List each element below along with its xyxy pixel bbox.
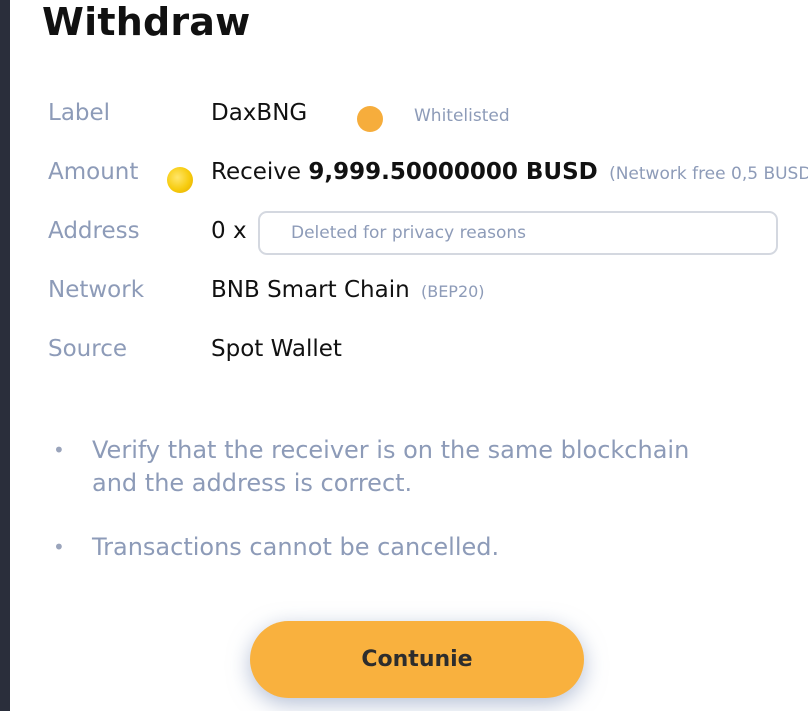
amount-prefix: Receive	[211, 159, 302, 185]
orange-dot-icon	[357, 106, 383, 132]
amount-value: 9,999.50000000 BUSD	[308, 159, 598, 185]
address-prefix: 0 x	[211, 218, 247, 244]
source-row: Source Spot Wallet	[10, 330, 808, 370]
continue-button[interactable]: Contunie	[250, 621, 584, 698]
address-field-name: Address	[48, 218, 140, 244]
label-row: Label DaxBNG Whitelisted	[10, 94, 808, 134]
source-field-value: Spot Wallet	[211, 336, 342, 362]
bullet: •	[53, 535, 65, 559]
amount-field-value: Receive 9,999.50000000 BUSD (Network fre…	[211, 159, 808, 185]
withdraw-panel: Withdraw Label DaxBNG Whitelisted Amount…	[10, 0, 808, 711]
source-field-name: Source	[48, 336, 127, 362]
amount-field-name: Amount	[48, 159, 139, 185]
note-text: Verify that the receiver is on the same …	[92, 436, 690, 497]
busd-coin-icon	[167, 167, 193, 193]
label-field-name: Label	[48, 100, 111, 126]
network-row: Network BNB Smart Chain (BEP20)	[10, 271, 808, 311]
whitelisted-badge: Whitelisted	[414, 106, 510, 126]
bullet: •	[53, 438, 65, 462]
note-text: Transactions cannot be cancelled.	[92, 533, 500, 561]
amount-row: Amount Receive 9,999.50000000 BUSD (Netw…	[10, 153, 808, 193]
address-input[interactable]: Deleted for privacy reasons	[258, 211, 778, 255]
page-title: Withdraw	[42, 0, 251, 44]
network-field-name: Network	[48, 277, 145, 303]
label-field-value: DaxBNG	[211, 100, 308, 126]
address-row: Address 0 x Deleted for privacy reasons	[10, 211, 808, 255]
network-name: BNB Smart Chain	[211, 277, 410, 303]
network-field-value: BNB Smart Chain (BEP20)	[211, 277, 485, 303]
network-tag: (BEP20)	[420, 282, 485, 301]
network-fee-note: (Network free 0,5 BUSD)	[609, 164, 808, 184]
